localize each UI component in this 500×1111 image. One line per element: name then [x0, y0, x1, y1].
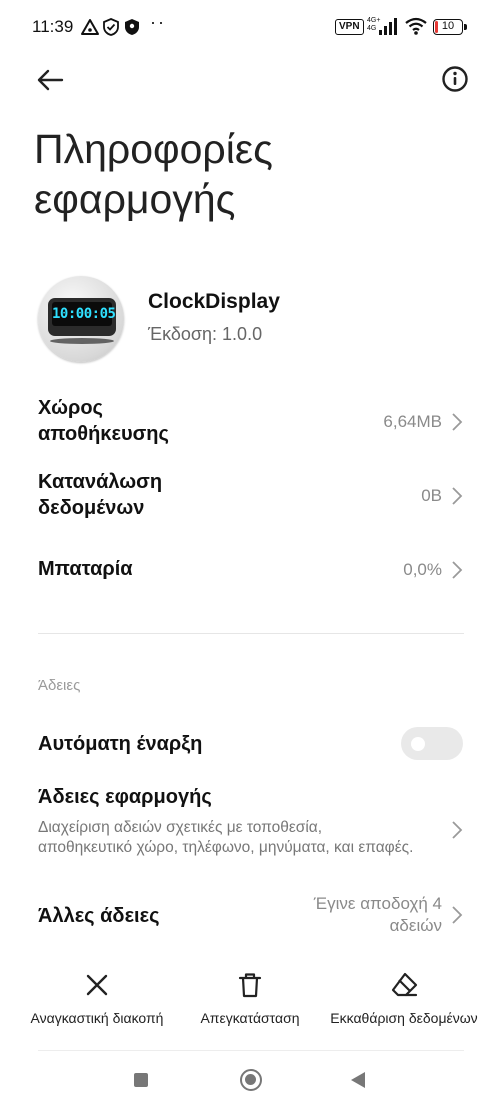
- storage-row[interactable]: Χώρος αποθήκευσης 6,64MB: [0, 395, 500, 451]
- data-usage-label: Κατανάλωση δεδομένων: [38, 471, 163, 519]
- alert-triangle-icon: [81, 19, 99, 35]
- app-permissions-label: Άδειες εφαρμογής: [38, 786, 212, 808]
- chevron-right-icon: [452, 413, 463, 431]
- chevron-right-icon: [452, 821, 463, 839]
- vpn-badge: VPN: [335, 19, 364, 35]
- more-dots-icon: ··: [150, 12, 166, 32]
- app-permissions-description: Διαχείριση αδειών σχετικές με τοποθεσία,…: [38, 819, 414, 856]
- home-button[interactable]: [240, 1069, 262, 1091]
- clock-screen-text: 10:00:05: [52, 302, 116, 326]
- trash-icon: [238, 973, 262, 998]
- bottom-divider: [38, 1050, 464, 1051]
- signal-icon: [379, 18, 397, 35]
- status-time: 11:39: [32, 17, 74, 36]
- shield-check-icon: [103, 18, 119, 36]
- status-bar: 11:39 ·· VPN 4G+ 4G 10: [0, 0, 500, 56]
- nav-back-button[interactable]: [351, 1072, 365, 1088]
- battery-indicator: 10: [433, 19, 463, 35]
- eraser-icon: [391, 972, 418, 997]
- app-name: ClockDisplay: [148, 290, 280, 313]
- recents-button[interactable]: [134, 1073, 148, 1087]
- info-button[interactable]: [440, 64, 470, 94]
- data-usage-value: 0B: [421, 486, 442, 505]
- battery-value: 0,0%: [403, 560, 442, 579]
- force-stop-label: Αναγκαστική διακοπή: [30, 1010, 164, 1026]
- chevron-right-icon: [452, 906, 463, 924]
- clear-data-button[interactable]: Εκκαθάριση δεδομένων: [330, 970, 478, 1026]
- chevron-right-icon: [452, 487, 463, 505]
- data-usage-row[interactable]: Κατανάλωση δεδομένων 0B: [0, 469, 500, 525]
- autostart-toggle[interactable]: [401, 727, 463, 760]
- toggle-knob: [411, 737, 425, 751]
- permissions-heading: Άδειες: [38, 677, 81, 694]
- uninstall-label: Απεγκατάσταση: [200, 1010, 300, 1026]
- other-permissions-value: Έγινε αποδοχή 4 αδειών: [313, 894, 442, 935]
- wifi-icon: [405, 17, 427, 35]
- app-icon: 10:00:05: [38, 276, 124, 362]
- storage-value: 6,64MB: [383, 412, 442, 431]
- clear-data-label: Εκκαθάριση δεδομένων: [330, 1010, 478, 1026]
- other-permissions-row[interactable]: Άλλες άδειες Έγινε αποδοχή 4 αδειών: [0, 893, 500, 941]
- section-divider: [38, 633, 464, 634]
- force-stop-button[interactable]: Αναγκαστική διακοπή: [22, 970, 172, 1026]
- uninstall-button[interactable]: Απεγκατάσταση: [180, 970, 320, 1026]
- action-bar: Αναγκαστική διακοπή Απεγκατάσταση Εκκαθά…: [0, 970, 500, 1040]
- close-icon: [86, 974, 108, 996]
- storage-label: Χώρος αποθήκευσης: [38, 397, 169, 445]
- battery-tip: [464, 24, 467, 30]
- battery-fill: [435, 21, 438, 33]
- page-title: Πληροφορίες εφαρμογής: [34, 126, 273, 222]
- clock-stand: [50, 338, 114, 344]
- battery-row[interactable]: Μπαταρία 0,0%: [0, 556, 500, 586]
- shield-icon: [125, 19, 139, 35]
- chevron-right-icon: [452, 561, 463, 579]
- autostart-label: Αυτόματη έναρξη: [38, 733, 203, 755]
- app-version: Έκδοση: 1.0.0: [148, 324, 263, 344]
- battery-label: Μπαταρία: [38, 558, 133, 580]
- other-permissions-label: Άλλες άδειες: [38, 905, 160, 927]
- back-button[interactable]: [34, 64, 66, 96]
